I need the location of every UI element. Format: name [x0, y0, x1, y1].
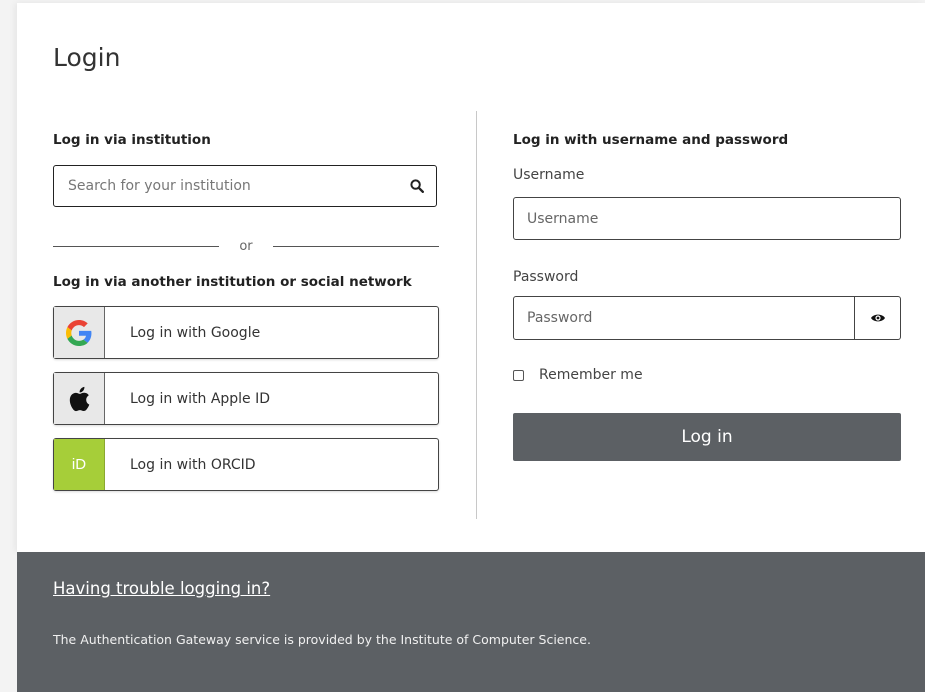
separator-line: [53, 246, 220, 247]
password-input[interactable]: [513, 296, 855, 340]
login-card: Login Log in via institution or Log in v…: [17, 3, 925, 552]
orcid-icon-text: iD: [71, 456, 87, 473]
google-login-label: Log in with Google: [130, 324, 261, 341]
show-password-button[interactable]: [855, 296, 901, 340]
orcid-login-button[interactable]: iD Log in with ORCID: [53, 438, 439, 491]
apple-icon: [54, 373, 105, 424]
credentials-heading: Log in with username and password: [513, 132, 789, 148]
orcid-icon: iD: [54, 439, 105, 490]
username-input[interactable]: [513, 197, 901, 240]
footer-note: The Authentication Gateway service is pr…: [53, 632, 591, 647]
password-field: [513, 296, 901, 340]
or-separator: or: [53, 239, 439, 254]
social-heading: Log in via another institution or social…: [53, 274, 412, 290]
or-text: or: [239, 239, 253, 254]
footer: Having trouble logging in? The Authentic…: [17, 552, 925, 692]
orcid-login-label: Log in with ORCID: [130, 456, 256, 473]
eye-icon: [870, 312, 886, 324]
apple-login-label: Log in with Apple ID: [130, 390, 271, 407]
institution-search-input[interactable]: [66, 177, 410, 195]
login-button[interactable]: Log in: [513, 413, 901, 461]
password-label: Password: [513, 269, 579, 285]
institution-search[interactable]: [53, 165, 437, 207]
google-login-button[interactable]: Log in with Google: [53, 306, 439, 359]
remember-me-checkbox[interactable]: [513, 369, 524, 381]
remember-me[interactable]: Remember me: [513, 367, 643, 383]
separator-line: [272, 246, 439, 247]
username-label: Username: [513, 167, 585, 183]
apple-login-button[interactable]: Log in with Apple ID: [53, 372, 439, 425]
column-divider: [476, 111, 477, 519]
google-icon: [54, 307, 105, 358]
page-title: Login: [53, 43, 121, 72]
institution-heading: Log in via institution: [53, 132, 211, 148]
trouble-login-link[interactable]: Having trouble logging in?: [53, 579, 270, 598]
search-icon[interactable]: [410, 179, 424, 193]
remember-me-label: Remember me: [539, 367, 643, 383]
